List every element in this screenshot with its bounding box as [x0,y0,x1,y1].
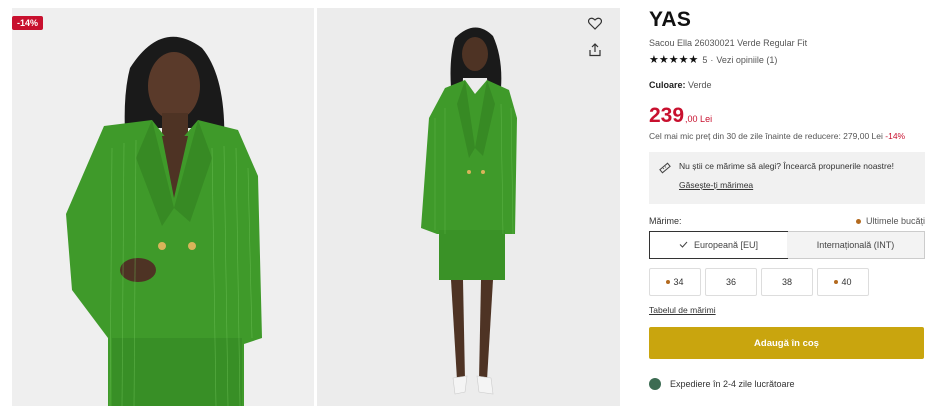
size-option-36[interactable]: 36 [705,268,757,296]
tab-size-int-label: Internațională (INT) [816,240,895,250]
product-photo-full[interactable] [317,8,620,406]
rating-row: ★★★★★ 5 · Vezi opiniile (1) [649,53,925,66]
lowest-price-note: Cel mai mic preț din 30 de zile înainte … [649,131,925,141]
color-label: Culoare: [649,80,686,90]
reviews-link[interactable]: Vezi opiniile (1) [716,55,777,65]
check-icon [679,240,688,250]
tab-size-eu[interactable]: Europeană [EU] [649,231,788,259]
discount-badge: -14% [12,16,44,30]
ruler-icon [659,161,671,179]
size-option-34[interactable]: 34 [649,268,701,296]
low-stock-dot [855,218,861,224]
last-items-indicator: Ultimele bucăți [855,216,925,226]
rating-stars: ★★★★★ [649,54,699,66]
product-details: YAS Sacou Ella 26030021 Verde Regular Fi… [649,8,925,390]
size-table-link[interactable]: Tabelul de mărimi [649,305,925,315]
heart-icon[interactable] [588,17,610,39]
product-gallery: -14% [12,8,620,406]
size-option-label: 34 [673,277,684,287]
lowest-price-text: Cel mai mic preț din 30 de zile înainte … [649,131,883,141]
low-stock-dot [666,280,671,284]
size-option-38[interactable]: 38 [761,268,813,296]
size-options: 34 36 38 40 [649,268,925,296]
price: 239 ,00 Lei [649,104,925,128]
size-header: Mărime: Ultimele bucăți [649,216,925,226]
product-photo-closeup[interactable]: -14% [12,8,314,406]
low-stock-dot [834,280,839,284]
size-label: Mărime: [649,216,682,226]
rating-separator: · [710,54,714,65]
size-option-40[interactable]: 40 [817,268,869,296]
rating-score: 5 [702,54,708,65]
color-row: Culoare: Verde [649,80,925,90]
size-option-label: 40 [841,277,852,287]
add-to-cart-button[interactable]: Adaugă în coș [649,327,924,359]
size-system-tabs: Europeană [EU] Internațională (INT) [649,231,925,259]
product-name: Sacou Ella 26030021 Verde Regular Fit [649,38,808,48]
share-icon[interactable] [588,43,610,65]
find-size-link[interactable]: Găsește-ți mărimea [679,180,915,190]
lowest-price-discount: -14% [885,131,906,141]
price-integer: 239 [649,104,685,127]
size-option-label: 38 [781,277,792,287]
tab-size-int[interactable]: Internațională (INT) [787,232,924,258]
size-help-box: Nu știi ce mărime să alegi? Încearcă pro… [649,152,925,204]
last-items-text: Ultimele bucăți [865,216,925,226]
color-value: Verde [688,80,712,90]
shipping-text: Expediere în 2-4 zile lucrătoare [670,379,795,389]
size-option-label: 36 [725,277,736,287]
brand-name[interactable]: YAS [649,8,925,34]
price-decimals: ,00 Lei [685,114,713,124]
shipping-status-icon [649,378,661,390]
tab-size-eu-label: Europeană [EU] [693,240,759,250]
size-help-text: Nu știi ce mărime să alegi? Încearcă pro… [679,161,894,171]
shipping-info: Expediere în 2-4 zile lucrătoare [649,378,925,390]
